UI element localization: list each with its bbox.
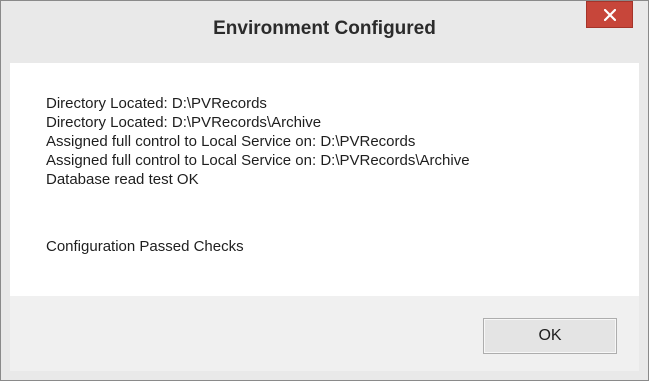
message-list: Directory Located: D:\PVRecords Director… bbox=[46, 94, 470, 189]
dialog-title: Environment Configured bbox=[213, 18, 436, 39]
message-line: Database read test OK bbox=[46, 171, 199, 188]
close-icon bbox=[603, 8, 616, 21]
close-button[interactable] bbox=[586, 1, 633, 28]
message-line: Directory Located: D:\PVRecords\Archive bbox=[46, 114, 322, 131]
message-area: Directory Located: D:\PVRecords Director… bbox=[10, 63, 639, 296]
dialog-window: Environment Configured Directory Located… bbox=[0, 0, 649, 381]
message-line: Assigned full control to Local Service o… bbox=[46, 152, 470, 169]
message-line: Directory Located: D:\PVRecords bbox=[46, 95, 267, 112]
ok-button[interactable]: OK bbox=[483, 318, 617, 354]
button-bar: OK bbox=[10, 296, 639, 371]
message-line: Assigned full control to Local Service o… bbox=[46, 133, 416, 150]
status-text: Configuration Passed Checks bbox=[46, 238, 244, 255]
title-bar[interactable]: Environment Configured bbox=[1, 1, 648, 63]
